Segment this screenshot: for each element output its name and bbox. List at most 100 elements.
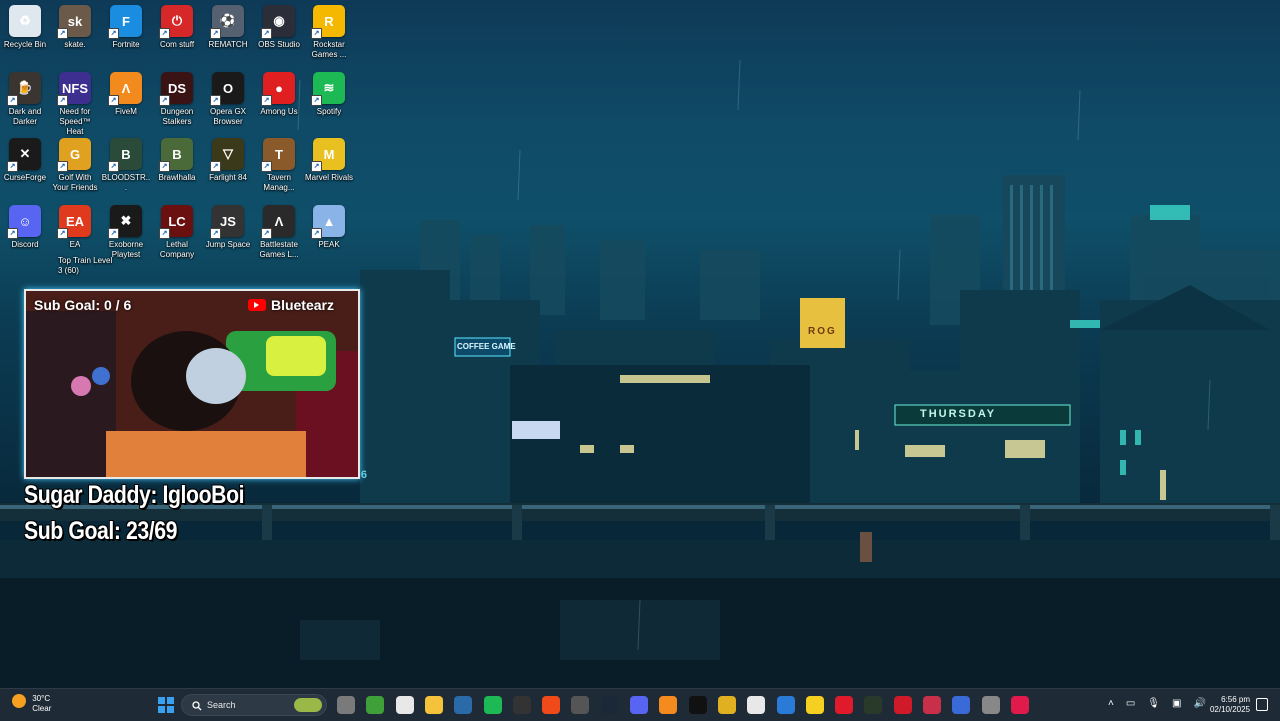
icon-glyph: ☺ — [18, 213, 32, 229]
desktop-icon-train[interactable]: Top Train Level 3 (60) — [28, 253, 128, 278]
desktop-icon-fortnite[interactable]: F ↗ Fortnite — [101, 5, 151, 50]
search-icon — [192, 701, 202, 711]
taskbar-minecraft-icon[interactable] — [366, 696, 385, 714]
taskbar-terminal-icon[interactable] — [864, 696, 883, 714]
network-icon[interactable]: ▣ — [1172, 698, 1181, 709]
weather-desc: Clear — [32, 704, 52, 713]
desktop-icon-discord[interactable]: ☺ ↗ Discord — [0, 205, 50, 250]
weather-sun-icon — [12, 694, 26, 708]
desktop-icon-label: skate. — [64, 40, 86, 49]
notification-icon[interactable] — [1256, 698, 1268, 711]
taskbar-steam-icon[interactable] — [600, 696, 619, 714]
desktop-icon-golf[interactable]: G ↗ Golf With Your Friends — [50, 138, 100, 193]
desktop-icon-nfs-heat[interactable]: NFS ↗ Need for Speed™ Heat — [50, 72, 100, 137]
shortcut-arrow-icon: ↗ — [57, 95, 68, 106]
shortcut-arrow-icon: ↗ — [57, 161, 68, 172]
icon-glyph: R — [324, 13, 334, 29]
shortcut-arrow-icon: ↗ — [261, 228, 272, 239]
taskbar-epic-games-icon[interactable] — [512, 696, 531, 714]
taskbar-app-yellow-icon[interactable] — [717, 696, 736, 714]
taskbar-app-grey-icon[interactable] — [981, 696, 1000, 714]
desktop-icon-jump-space[interactable]: JS ↗ Jump Space — [203, 205, 253, 250]
desktop-icon-recycle-bin[interactable]: ♻ Recycle Bin — [0, 5, 50, 50]
desktop-icon-marvel-rivals[interactable]: M ↗ Marvel Rivals — [304, 138, 354, 183]
taskbar-file-explorer-icon[interactable] — [424, 696, 443, 714]
taskbar-clock[interactable]: 6:56 pm 02/10/2025 — [1210, 695, 1250, 715]
shortcut-arrow-icon: ↗ — [108, 228, 119, 239]
taskbar-vlc-icon[interactable] — [659, 696, 678, 714]
desktop-icon-tavern[interactable]: T ↗ Tavern Manag... — [254, 138, 304, 193]
icon-glyph: EA — [65, 213, 85, 229]
taskbar-discord-icon[interactable] — [630, 696, 648, 714]
taskbar-figma-icon[interactable] — [923, 696, 941, 714]
ea-icon: EA ↗ — [57, 205, 91, 239]
start-button[interactable] — [157, 696, 175, 714]
shortcut-arrow-icon: ↗ — [311, 28, 322, 39]
desktop-icon-label: FiveM — [115, 107, 137, 116]
battlestate-icon: Λ ↗ — [261, 205, 295, 239]
desktop-icon-label: Brawlhalla — [158, 173, 196, 182]
taskbar-photos-icon[interactable] — [776, 696, 795, 714]
icon-glyph: sk — [67, 13, 83, 29]
desktop-icon-exoborne[interactable]: ✖ ↗ Exoborne Playtest — [101, 205, 151, 260]
taskbar-capcut-icon[interactable] — [688, 696, 707, 714]
taskbar-file-manager-icon[interactable] — [337, 696, 355, 714]
icon-glyph: T — [275, 146, 283, 162]
desktop-icon-dark-and-darker[interactable]: 🍺 ↗ Dark and Darker — [0, 72, 50, 127]
microphone-icon[interactable]: 🎙 — [1147, 698, 1160, 709]
icon-glyph: ✖ — [120, 213, 132, 228]
taskbar-opera-icon[interactable] — [835, 696, 854, 714]
taskbar-obs-icon[interactable] — [571, 696, 590, 714]
desktop-icon-fivem[interactable]: Λ ↗ FiveM — [101, 72, 151, 117]
desktop-icon-obs[interactable]: ◉ ↗ OBS Studio — [254, 5, 304, 50]
taskbar-opera-gx-icon[interactable] — [1010, 696, 1029, 714]
icon-glyph: LC — [168, 213, 186, 229]
desktop-icon-label: Among Us — [260, 107, 298, 116]
taskbar-spotify-icon[interactable] — [483, 696, 502, 714]
desktop-icon-lethal-company[interactable]: LC ↗ Lethal Company — [152, 205, 202, 260]
taskbar-app-red-icon[interactable] — [893, 696, 912, 714]
desktop-icon-opera-gx[interactable]: O ↗ Opera GX Browser — [203, 72, 253, 127]
taskbar-visual-studio-icon[interactable] — [454, 696, 473, 714]
taskbar-chrome-icon[interactable] — [395, 696, 414, 714]
chevron-up-icon[interactable]: ˄ — [1108, 698, 1114, 709]
taskbar-vpn-icon[interactable] — [952, 696, 971, 714]
desktop-icon-brawlhalla[interactable]: B ↗ Brawlhalla — [152, 138, 202, 183]
desktop-icon-bloodstrike[interactable]: B ↗ BLOODSTR... — [101, 138, 151, 193]
shortcut-arrow-icon: ↗ — [210, 95, 221, 106]
icon-glyph: Λ — [274, 213, 284, 229]
desktop-icon-com-stuff[interactable]: ⏻ ↗ Com stuff — [152, 5, 202, 50]
desktop-icon-rockstar[interactable]: R ↗ Rockstar Games ... — [304, 5, 354, 60]
volume-icon[interactable]: 🔊 — [1193, 698, 1205, 709]
desktop-icon-among-us[interactable]: ● ↗ Among Us — [254, 72, 304, 117]
desktop-icon-label: Dungeon Stalkers — [160, 107, 194, 126]
shortcut-arrow-icon: ↗ — [159, 228, 170, 239]
lethal-company-icon: LC ↗ — [159, 205, 193, 239]
desktop-icon-dungeon-stalkers[interactable]: DS ↗ Dungeon Stalkers — [152, 72, 202, 127]
dungeon-stalkers-icon: DS ↗ — [159, 72, 193, 106]
taskbar-brave-icon[interactable] — [542, 696, 561, 714]
desktop-icon-label: Marvel Rivals — [304, 173, 353, 182]
taskbar-sticky-notes-icon[interactable] — [805, 696, 824, 714]
icon-glyph: F — [122, 13, 130, 29]
shortcut-arrow-icon: ↗ — [311, 161, 322, 172]
desktop-icon-ea[interactable]: EA ↗ EA — [50, 205, 100, 250]
shortcut-arrow-icon: ↗ — [311, 95, 322, 106]
desktop-icon-skate[interactable]: sk ↗ skate. — [50, 5, 100, 50]
tray-app-icon[interactable]: ▭ — [1126, 698, 1135, 709]
shortcut-arrow-icon: ↗ — [108, 161, 119, 172]
desktop-icon-spotify[interactable]: ≋ ↗ Spotify — [304, 72, 354, 117]
desktop-icon-label: BLOODSTR... — [101, 173, 151, 192]
taskbar-search[interactable]: Search — [181, 694, 327, 716]
desktop-icon-label: Battlestate Games L... — [259, 240, 299, 259]
peak-icon: ▲ ↗ — [311, 205, 345, 239]
desktop-icon-peak[interactable]: ▲ ↗ PEAK — [304, 205, 354, 250]
desktop-icon-farlight[interactable]: ▽ ↗ Farlight 84 — [203, 138, 253, 183]
among-us-icon: ● ↗ — [261, 72, 295, 106]
desktop-icon-curseforge[interactable]: ✕ ↗ CurseForge — [0, 138, 50, 183]
desktop-icon-rematch[interactable]: ⚽ ↗ REMATCH — [203, 5, 253, 50]
taskbar-chrome-2-icon[interactable] — [747, 696, 766, 714]
desktop-icon-battlestate[interactable]: Λ ↗ Battlestate Games L... — [254, 205, 304, 260]
weather-widget[interactable]: 30°C Clear — [12, 694, 51, 714]
icon-glyph: ◉ — [273, 13, 285, 28]
